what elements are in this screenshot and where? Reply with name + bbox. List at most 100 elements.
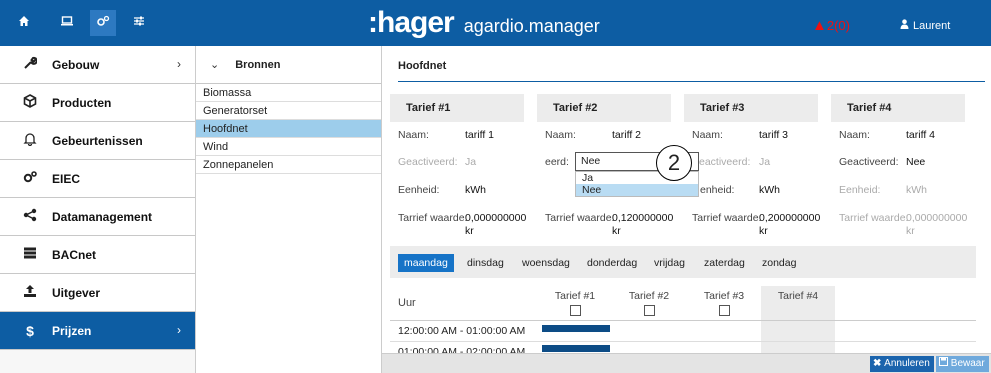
sidebar-item-label: Producten [52, 95, 112, 110]
footer-bar: ✖ Annuleren Bewaar [382, 353, 991, 373]
home-icon[interactable] [11, 10, 37, 36]
tariff-3-geactiveerd: Ja [759, 156, 771, 168]
source-item-hoofdnet[interactable]: Hoofdnet [196, 120, 381, 138]
tariff-1-slot[interactable] [542, 325, 610, 332]
save-label: Bewaar [950, 358, 985, 369]
tariff-header: Tarief #2 [537, 94, 671, 122]
uur-header: Uur [398, 297, 416, 309]
bell-icon [22, 132, 38, 149]
sidebar-item-datamanagement[interactable]: Datamanagement [0, 198, 195, 236]
tariff-4-currency: kr [906, 225, 915, 237]
top-bar: :hager agardio.manager ▲2(0) Laurent [0, 0, 991, 46]
geactiveerd-label: Geactiveerd: [839, 156, 899, 168]
source-item-wind[interactable]: Wind [196, 138, 381, 156]
sidebar-item-label: Uitgever [52, 285, 101, 300]
tariff-3-waarde[interactable]: 0,200000000 [759, 212, 820, 224]
user-name: Laurent [913, 20, 951, 32]
sidebar-item-eiec[interactable]: EIEC [0, 160, 195, 198]
sources-title: Bronnen [235, 58, 281, 71]
tariff-1-currency: kr [465, 225, 474, 237]
laptop-icon[interactable] [54, 10, 80, 36]
sources-panel: ⌄ Bronnen Biomassa Generatorset Hoofdnet… [196, 46, 382, 373]
source-item-biomassa[interactable]: Biomassa [196, 84, 381, 102]
sidebar-item-label: EIEC [52, 171, 81, 186]
sidebar-item-label: Prijzen [52, 323, 92, 338]
tarief-waarde-label: Tarrief waarde: [839, 212, 909, 224]
tab-zaterdag[interactable]: zaterdag [698, 254, 751, 272]
tariff-3-currency: kr [759, 225, 768, 237]
column-header: Tarief #1 [554, 290, 596, 302]
tariff-card-3: Tarief #3 [684, 94, 818, 122]
page-title: Hoofdnet [398, 60, 447, 72]
source-item-generatorset[interactable]: Generatorset [196, 102, 381, 120]
tariff-header: Tarief #1 [390, 94, 524, 122]
day-tabs: maandag dinsdag woensdag donderdag vrijd… [390, 246, 976, 278]
option-nee[interactable]: Nee [576, 184, 698, 196]
tariff-1-naam[interactable]: tariff 1 [465, 129, 494, 141]
tariff-4-geactiveerd[interactable]: Nee [906, 156, 925, 168]
tariff-4-waarde: 0,000000000 [906, 212, 968, 224]
tariff-1-waarde[interactable]: 0,000000000 [465, 212, 526, 224]
tab-vrijdag[interactable]: vrijdag [648, 254, 691, 272]
chevron-down-icon: ⌄ [210, 59, 220, 71]
tariff-3-checkbox[interactable] [719, 305, 730, 316]
tariff-4-eenheid: kWh [906, 184, 927, 196]
close-icon: ✖ [873, 358, 885, 369]
column-header: Tarief #3 [703, 290, 745, 302]
tariff-card-1: Tarief #1 [390, 94, 524, 122]
eenheid-label-partial: enheid: [700, 184, 735, 196]
column-header: Tarief #2 [628, 290, 670, 302]
tarief-waarde-label: Tarrief waarde: [398, 212, 468, 224]
tariff-2-waarde[interactable]: 0,120000000 [612, 212, 673, 224]
sidebar-item-prijzen[interactable]: $ Prijzen › [0, 312, 195, 350]
tab-zondag[interactable]: zondag [756, 254, 802, 272]
sidebar-item-gebeurtenissen[interactable]: Gebeurtenissen [0, 122, 195, 160]
chevron-right-icon: › [177, 57, 181, 71]
user-menu[interactable]: Laurent [900, 19, 950, 32]
tariff-2-naam[interactable]: tariff 2 [612, 129, 641, 141]
geactiveerd-label-partial: eerd: [545, 156, 569, 168]
source-item-zonnepanelen[interactable]: Zonnepanelen [196, 156, 381, 174]
tariff-2-checkbox[interactable] [644, 305, 655, 316]
tarief-waarde-label: Tarrief waarde: [545, 212, 615, 224]
table-row[interactable]: 12:00:00 AM - 01:00:00 AM [390, 321, 976, 342]
cancel-label: Annuleren [884, 358, 930, 369]
sidebar-item-gebouw[interactable]: Gebouw › [0, 46, 195, 84]
sidebar-item-label: BACnet [52, 247, 96, 262]
tariff-1-checkbox[interactable] [570, 305, 581, 316]
gears-icon[interactable] [90, 10, 116, 36]
tariff-3-eenheid[interactable]: kWh [759, 184, 780, 196]
tariff-4-naam[interactable]: tariff 4 [906, 129, 935, 141]
alert-indicator[interactable]: ▲2(0) [812, 17, 850, 34]
sidebar-item-bacnet[interactable]: BACnet [0, 236, 195, 274]
tariff-3-naam[interactable]: tariff 3 [759, 129, 788, 141]
tariff-1-slot[interactable] [542, 345, 610, 352]
save-button[interactable]: Bewaar [936, 356, 989, 372]
gears-icon [22, 170, 38, 187]
sources-header[interactable]: ⌄ Bronnen [196, 46, 381, 84]
tab-maandag[interactable]: maandag [398, 254, 454, 272]
sliders-icon[interactable] [126, 10, 152, 36]
tab-donderdag[interactable]: donderdag [581, 254, 643, 272]
share-icon [22, 208, 38, 225]
sidebar-item-label: Datamanagement [52, 209, 153, 224]
tab-dinsdag[interactable]: dinsdag [461, 254, 510, 272]
naam-label: Naam: [692, 129, 723, 141]
tariff-header: Tarief #3 [684, 94, 818, 122]
sidebar-item-producten[interactable]: Producten [0, 84, 195, 122]
dollar-icon: $ [26, 322, 34, 339]
tab-woensdag[interactable]: woensdag [516, 254, 576, 272]
naam-label: Naam: [839, 129, 870, 141]
cancel-button[interactable]: ✖ Annuleren [870, 356, 934, 372]
tariff-card-2: Tarief #2 [537, 94, 671, 122]
callout-number: 2 [656, 145, 692, 181]
title-divider [398, 81, 985, 82]
tariff-1-eenheid[interactable]: kWh [465, 184, 486, 196]
alert-count: 2(0) [826, 18, 850, 33]
eenheid-label: Eenheid: [398, 184, 440, 196]
sidebar-item-uitgever[interactable]: Uitgever [0, 274, 195, 312]
sidebar-item-label: Gebeurtenissen [52, 133, 143, 148]
floppy-icon [939, 357, 951, 369]
geactiveerd-label-partial: eactiveerd: [699, 156, 751, 168]
tariff-2-currency: kr [612, 225, 621, 237]
